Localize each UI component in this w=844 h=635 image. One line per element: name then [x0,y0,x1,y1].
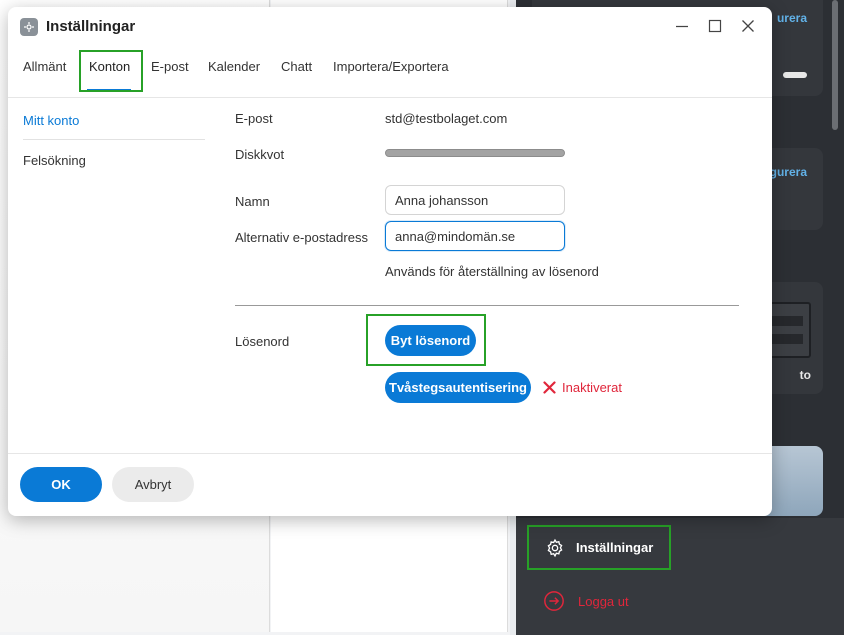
card-configure-link-2[interactable]: gurera [770,165,807,179]
quota-fill [386,150,564,156]
footer-divider [8,453,772,454]
dialog-titlebar[interactable]: Inställningar [8,7,772,47]
tab-calendar[interactable]: Kalender [208,59,260,74]
email-value: std@testbolaget.com [385,111,508,126]
settings-dialog: Inställningar Allmänt Konton E-post Kale… [8,7,772,516]
tab-general[interactable]: Allmänt [23,59,66,74]
name-label: Namn [235,194,270,209]
maximize-icon[interactable] [707,19,723,35]
two-factor-button[interactable]: Tvåstegsautentisering [385,372,531,403]
tab-import-export[interactable]: Importera/Exportera [333,59,449,74]
alt-email-label: Alternativ e-postadress [235,230,368,245]
card-configure-link[interactable]: urera [777,11,807,25]
name-input[interactable] [385,185,565,215]
logout-icon [544,591,564,611]
highlight-box-change-password [366,314,486,366]
menu-item-logout[interactable]: Logga ut [543,590,629,612]
alt-email-hint: Används för återställning av lösenord [385,264,599,279]
tab-chat[interactable]: Chatt [281,59,312,74]
password-label: Lösenord [235,334,290,349]
highlight-box-accounts-tab [79,50,143,92]
form-divider [235,305,739,306]
gear-icon [547,538,563,557]
menu-item-settings[interactable]: Inställningar [527,525,671,570]
quota-bar [385,149,565,157]
minimize-icon[interactable] [674,19,690,35]
two-factor-status: Inaktiverat [543,380,622,395]
tab-email[interactable]: E-post [151,59,189,74]
email-label: E-post [235,111,273,126]
menu-item-settings-label: Inställningar [576,540,654,555]
alt-email-input[interactable] [385,221,565,251]
app-settings-icon [20,18,38,36]
ok-button[interactable]: OK [20,467,102,502]
tabs-divider [8,97,772,98]
cancel-button[interactable]: Avbryt [112,467,194,502]
dialog-title: Inställningar [46,18,136,35]
menu-item-logout-label: Logga ut [578,593,629,609]
two-factor-status-text: Inaktiverat [562,380,622,395]
card-caption: to [799,368,811,382]
quota-label: Diskkvot [235,147,285,162]
panel-scrollbar[interactable] [832,0,838,130]
x-icon [543,381,556,394]
sidebar-item-my-account[interactable]: Mitt konto [23,113,79,128]
sidebar-divider [23,139,205,140]
sidebar-item-troubleshooting[interactable]: Felsökning [23,153,86,168]
close-icon[interactable] [740,19,756,35]
card-toggle-pill[interactable] [783,72,807,78]
